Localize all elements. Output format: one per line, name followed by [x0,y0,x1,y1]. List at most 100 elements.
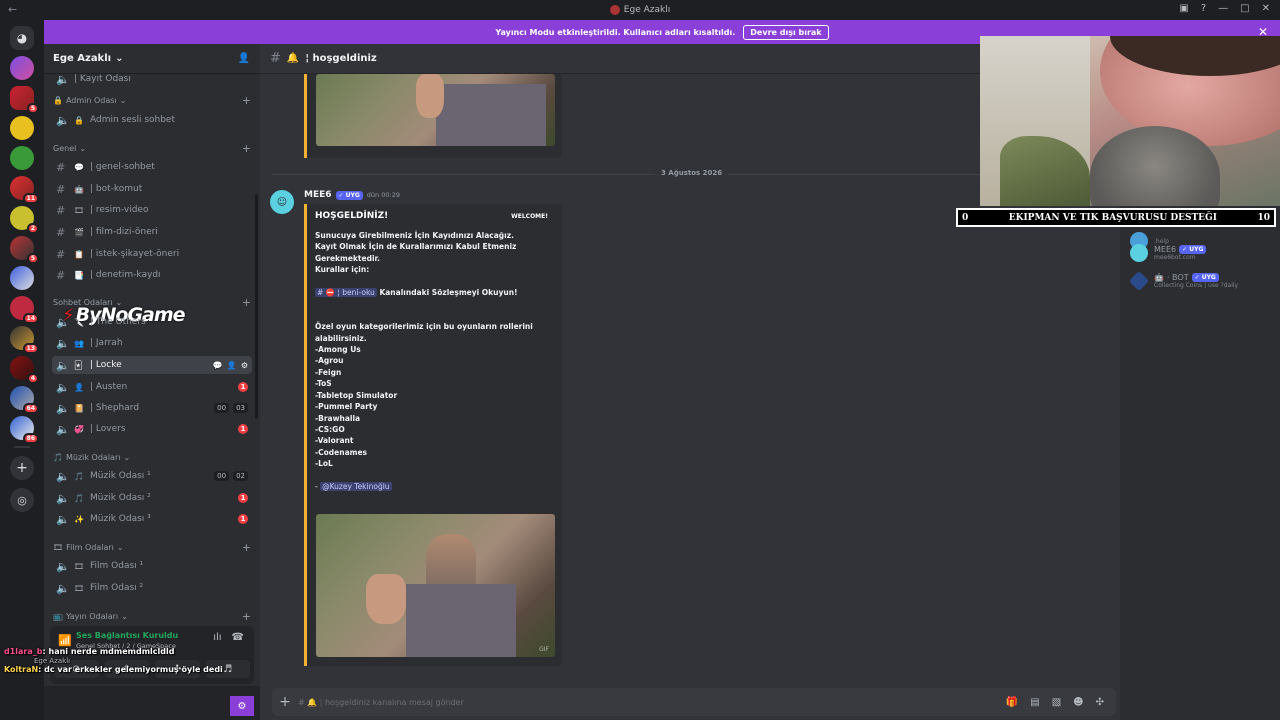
server-icon[interactable] [10,266,34,290]
upload-plus-icon[interactable]: + [272,694,298,710]
inbox-icon[interactable]: ▣ [1179,3,1188,14]
voice-status[interactable]: Ses Bağlantısı Kuruldu [76,631,178,640]
create-channel-icon[interactable]: + [242,541,251,554]
add-server-icon[interactable]: + [10,456,34,480]
chat-icon[interactable]: 💬 [213,361,223,370]
channel-muzik-2[interactable]: 🔈 🎵 Müzik Odası ² 1 [52,489,252,507]
category-muzik[interactable]: 🎵 Müzik Odaları ⌄ [53,453,251,462]
category-sohbet[interactable]: Sohbet Odaları ⌄ + [53,296,251,309]
minimize-icon[interactable]: — [1218,3,1228,14]
invite-people-icon[interactable]: 👤 [238,53,250,64]
member-name-row: 🤖 · BOT ✓ UYG [1154,273,1238,282]
channel-film-2[interactable]: 🔈 🎞 Film Odası ² [52,579,252,597]
message-header: MEE6 ✓ UYG dün 00:29 [304,190,400,200]
embed-gif[interactable]: GIF [316,514,555,657]
category-yayin[interactable]: 📺 Yayın Odaları ⌄ + [53,610,251,623]
gift-icon[interactable]: 🎁 [1006,697,1018,708]
channel-label: | genel-sohbet [90,162,155,172]
channel-muzik-1[interactable]: 🔈 🎵 Müzik Odası ¹ 00 02 [52,467,252,485]
server-icon[interactable] [10,56,34,80]
document-icon: 📑 [74,270,84,280]
channel-title: ¦ hoşgeldiniz [305,53,377,64]
server-icon[interactable]: 5 [10,86,39,114]
channel-resim-video[interactable]: # 🎞 | resim-video [52,201,252,219]
voice-icon: 🔈 [56,491,70,505]
member-item[interactable]: MEE6 ✓ UYG mee6bot.com [1130,244,1207,262]
server-icon[interactable]: 14 [10,296,39,324]
embed-thumbnail[interactable]: WELCOME! [511,213,548,220]
user-count-badge: 00 [214,403,230,413]
channel-muzik-3[interactable]: 🔈 ✨ Müzik Odası ³ 1 [52,510,252,528]
server-icon[interactable] [10,116,34,140]
embed-gif[interactable] [316,74,555,146]
channel-bot-komut[interactable]: # 🤖 | bot-komut [52,180,252,198]
channel-admin-sesli[interactable]: 🔈 🔒 Admin sesli sohbet [52,111,252,129]
member-item[interactable]: 🤖 · BOT ✓ UYG Collecting Coins | use ?dail… [1128,270,1238,292]
close-window-icon[interactable]: ✕ [1262,3,1270,14]
emoji-icon[interactable]: ☻ [1073,697,1083,708]
server-icon[interactable]: 86 [10,416,39,444]
back-arrow-icon[interactable]: ← [8,3,17,16]
avatar [1128,270,1150,292]
create-channel-icon[interactable]: + [242,94,251,107]
disable-streamer-mode-button[interactable]: Devre dışı bırak [743,24,829,40]
channel-kayit[interactable]: 🔈 | Kayıt Odası [52,74,252,88]
channel-istek[interactable]: # 📋 | istek-şikayet-öneri [52,245,252,263]
noise-suppression-icon[interactable]: ılı [213,632,221,643]
user-limit-badge: 02 [233,471,248,481]
chevron-down-icon: ⌄ [116,543,124,552]
music-note-icon: 🎵 [53,453,63,462]
avatar[interactable]: ☺ [270,190,294,214]
create-channel-icon[interactable]: + [242,610,251,623]
chevron-down-icon: ⌄ [115,53,124,64]
category-admin[interactable]: 🔒 Admin Odası ⌄ + [53,94,251,107]
channel-film-dizi[interactable]: # 🎬 | film-dizi-öneri [52,223,252,241]
chat-text: : dc var erkekler gelemiyormuş öyle dedi [38,665,223,674]
gif-hand [366,574,406,624]
category-film[interactable]: 🎞 Film Odaları ⌄ + [53,541,251,554]
channel-film-1[interactable]: 🔈 🎞 Film Odası ¹ [52,557,252,575]
unread-badge: 64 [22,403,39,414]
sticker-icon[interactable]: ▧ [1052,697,1061,708]
channel-austen[interactable]: 🔈 👤 | Austen 1 [52,378,252,396]
channel-locke[interactable]: 🔈 🃏 | Locke 💬 👤 ⚙ [52,356,252,374]
gif-icon[interactable]: ▤ [1030,697,1039,708]
apps-icon[interactable]: ✣ [1096,697,1104,708]
discord-home-icon[interactable]: ◕ [10,26,34,50]
cards-icon: 🃏 [74,360,83,370]
server-icon[interactable]: 64 [10,386,39,414]
server-icon[interactable]: 2 [10,206,39,234]
server-header[interactable]: Ege Azaklı ⌄ 👤 [44,44,260,74]
create-channel-icon[interactable]: + [242,296,251,309]
help-icon[interactable]: ? [1201,3,1206,14]
unread-badge: 1 [238,424,248,434]
channel-shephard[interactable]: 🔈 📔 | Shephard 00 03 [52,399,252,417]
server-icon[interactable]: 5 [10,236,39,264]
sidebar-scrollbar[interactable] [255,194,258,419]
user-settings-gear-icon[interactable]: ⚙ [230,696,254,716]
invite-icon[interactable]: 👤 [227,361,237,370]
channel-the-others[interactable]: 🔈 🔪 | The Others [52,313,252,331]
voice-icon: 🔈 [56,113,70,127]
user-mention[interactable]: @Kuzey Tekinoğlu [320,481,392,491]
channel-mention[interactable]: # ⛔ ¦ beni-oku [315,288,377,298]
category-genel[interactable]: Genel ⌄ + [53,142,251,155]
create-channel-icon[interactable]: + [242,142,251,155]
channel-genel-sohbet[interactable]: # 💬 | genel-sohbet [52,158,252,176]
disconnect-icon[interactable]: ☎ [232,632,244,643]
channel-label: Müzik Odası ² [90,493,151,503]
message-input[interactable] [298,697,1006,707]
channel-lovers[interactable]: 🔈 💞 | Lovers 1 [52,420,252,438]
server-icon[interactable] [10,146,34,170]
message-author[interactable]: MEE6 [304,190,332,200]
explore-icon[interactable]: ◎ [10,488,34,512]
channel-jarrah[interactable]: 🔈 👥 | Jarrah [52,334,252,352]
user-count-badge: 00 [214,471,230,481]
server-icon[interactable]: 4 [10,356,39,384]
chevron-down-icon: ⌄ [119,96,127,105]
gear-icon[interactable]: ⚙ [241,361,248,370]
server-icon[interactable]: 13 [10,326,39,354]
server-icon[interactable]: 11 [10,176,39,204]
maximize-icon[interactable]: □ [1240,3,1249,14]
channel-denetim[interactable]: # 📑 | denetim-kaydı [52,266,252,284]
